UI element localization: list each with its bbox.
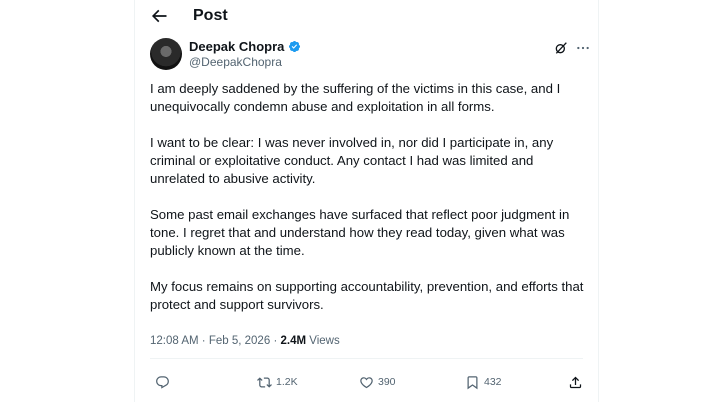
reply-icon — [156, 375, 169, 389]
post-paragraph: I am deeply saddened by the suffering of… — [150, 81, 561, 114]
author-name[interactable]: Deepak Chopra — [189, 39, 284, 54]
post-paragraph: My focus remains on supporting accountab… — [150, 279, 584, 312]
bookmark-button[interactable]: 432 — [465, 374, 502, 390]
author-handle[interactable]: @DeepakChopra — [189, 55, 282, 69]
bookmark-icon — [467, 375, 478, 389]
views-count: 2.4M — [280, 335, 307, 347]
right-gutter — [599, 0, 715, 402]
bookmark-count: 432 — [484, 376, 502, 388]
meta-separator: · — [201, 335, 206, 347]
meta-separator: · — [273, 335, 278, 347]
repost-count: 1.2K — [276, 376, 298, 388]
page-title: Post — [193, 7, 228, 24]
post-text: I am deeply saddened by the suffering of… — [150, 80, 590, 332]
like-icon — [360, 376, 373, 388]
repost-button[interactable]: 1.2K — [257, 374, 298, 390]
post-column: Post Deepak Chopra @DeepakChopra I am de… — [135, 0, 598, 402]
like-count: 390 — [378, 376, 396, 388]
left-gutter — [0, 0, 134, 402]
avatar[interactable] — [150, 38, 182, 70]
share-icon — [569, 376, 582, 388]
post-date[interactable]: Feb 5, 2026 — [209, 335, 270, 347]
verified-badge-icon — [288, 40, 301, 53]
post-meta: 12:08 AM · Feb 5, 2026 · 2.4M Views — [150, 335, 340, 347]
reply-button[interactable] — [155, 374, 170, 390]
like-button[interactable]: 390 — [359, 374, 396, 390]
post-time[interactable]: 12:08 AM — [150, 335, 199, 347]
post-paragraph: Some past email exchanges have surfaced … — [150, 207, 570, 258]
grok-icon — [555, 42, 567, 54]
grok-button[interactable] — [553, 40, 569, 56]
post-header: Post — [135, 0, 598, 34]
views-label: Views — [309, 335, 340, 347]
share-button[interactable] — [568, 374, 583, 390]
back-button[interactable] — [149, 6, 169, 26]
repost-icon — [257, 376, 272, 388]
post-paragraph: I want to be clear: I was never involved… — [150, 135, 554, 186]
divider — [150, 358, 583, 359]
more-options-button[interactable] — [575, 40, 591, 56]
more-icon — [577, 46, 589, 50]
back-arrow-icon — [151, 9, 167, 23]
